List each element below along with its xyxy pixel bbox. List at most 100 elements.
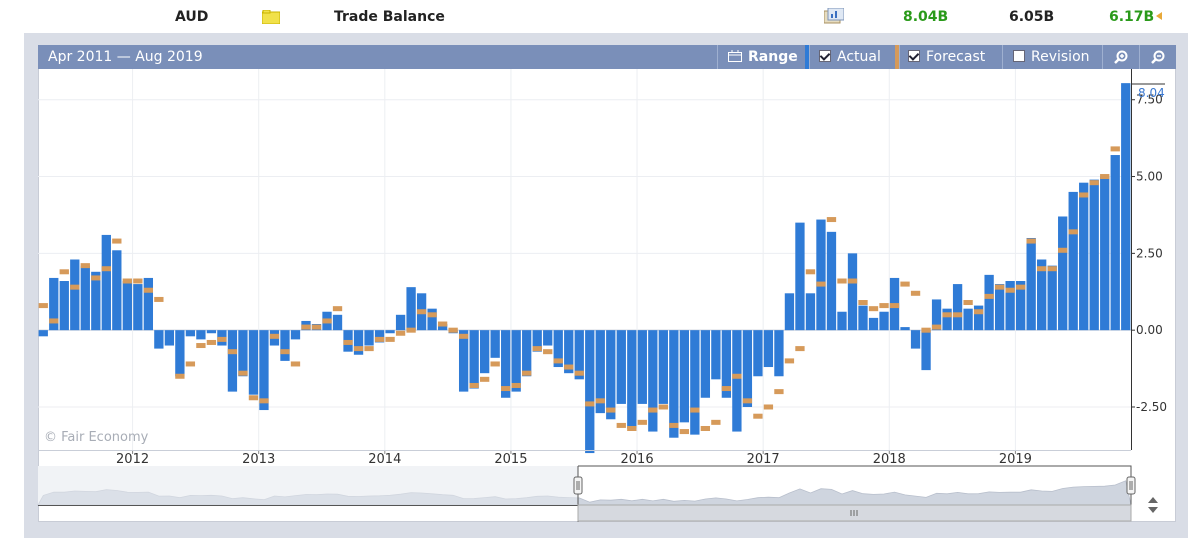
y-tick-label: 0.00 [1136,323,1163,337]
actual-bar [837,311,847,331]
actual-bar [984,274,994,331]
forecast-marker [227,349,238,355]
forecast-marker [196,343,206,349]
actual-bar [80,265,90,331]
actual-bar [627,330,637,429]
actual-bar [259,330,269,411]
actual-bar [185,330,196,337]
forecast-marker [963,300,973,306]
forecast-marker [753,413,763,419]
forecast-marker [175,373,185,379]
range-navigator[interactable] [37,465,1158,522]
forecast-marker [480,376,490,382]
forecast-marker [574,370,584,376]
forecast-marker [616,422,626,428]
actual-bar [59,281,69,331]
chart-bars [38,83,1131,454]
actual-bar [385,330,395,334]
forecast-marker [994,284,1005,290]
trade-balance-chart: 7.505.002.500.00-2.508.04 2012 2013 2014 20… [37,69,1167,522]
forecast-marker [185,361,196,367]
forecast-marker [133,278,143,284]
actual-bar [648,330,658,432]
x-axis: 2012 2013 2014 2015 2016 2017 2018 2019 [38,450,1131,467]
forecast-marker [322,318,332,324]
actual-bar [742,330,753,407]
forecast-marker [1037,266,1047,272]
forecast-marker [868,306,879,312]
actual-bar [763,330,774,368]
actual-bar [774,330,784,377]
forecast-marker [1089,180,1099,186]
actual-bar [732,330,742,432]
forecast-marker [259,398,269,404]
actual-bar [143,277,154,331]
actual-bar [511,330,521,392]
actual-bar [952,284,963,331]
forecast-marker [1068,229,1078,235]
forecast-marker [973,309,984,315]
y-tick-label: 2.50 [1136,246,1163,260]
x-tick-label: 2014 [368,452,401,467]
actual-bar [164,330,175,346]
forecast-marker [437,321,448,327]
actual-bar [175,330,185,377]
x-tick-label: 2017 [747,452,780,467]
forecast-marker [311,324,322,330]
actual-bar [1100,176,1110,331]
y-tick-label: -2.50 [1136,400,1167,414]
actual-bar [1026,237,1036,331]
forecast-marker [595,398,605,404]
navigator-handle [1126,476,1136,495]
forecast-marker [942,312,952,318]
actual-bar [280,330,290,361]
forecast-marker [238,370,248,376]
actual-bar [112,250,122,331]
forecast-marker [679,429,689,435]
chart-grid [38,69,1131,450]
forecast-marker [91,275,101,281]
forecast-marker [532,346,542,352]
forecast-marker [606,407,616,413]
actual-bar [458,330,469,392]
forecast-marker [511,382,521,388]
actual-bar [637,330,647,404]
watermark: © Fair Economy [44,430,149,445]
forecast-marker [627,425,637,431]
navigator-handle [573,476,583,495]
actual-bar [1110,155,1120,331]
forecast-marker [774,389,784,395]
forecast-marker [721,386,732,392]
forecast-marker [553,358,563,364]
forecast-marker [217,336,227,342]
actual-bar [480,330,490,374]
forecast-marker [847,278,858,284]
actual-bar [805,293,816,331]
actual-bar [1121,83,1131,331]
actual-bar [795,222,805,331]
forecast-marker [690,407,700,413]
forecast-marker [931,324,942,330]
actual-bar [921,330,931,371]
x-tick-label: 2012 [116,452,149,467]
actual-bar [606,330,616,420]
y-axis: 7.505.002.500.00-2.508.04 [1131,69,1167,450]
actual-bar [1058,216,1068,331]
actual-bar [690,330,700,435]
forecast-marker [364,346,374,352]
forecast-marker [301,324,311,330]
x-tick-label: 2013 [242,452,275,467]
forecast-marker [910,290,921,296]
actual-bar [1089,179,1099,331]
actual-bar [206,330,217,334]
forecast-marker [290,361,301,367]
forecast-marker [374,336,385,342]
actual-bar [91,271,101,331]
actual-bar [469,330,479,389]
actual-bar [1068,191,1078,331]
forecast-marker [1079,192,1089,198]
forecast-marker [669,422,679,428]
y-tick-label: 5.00 [1136,170,1163,184]
actual-bar [753,330,763,377]
scroll-up-icon [1148,497,1158,503]
